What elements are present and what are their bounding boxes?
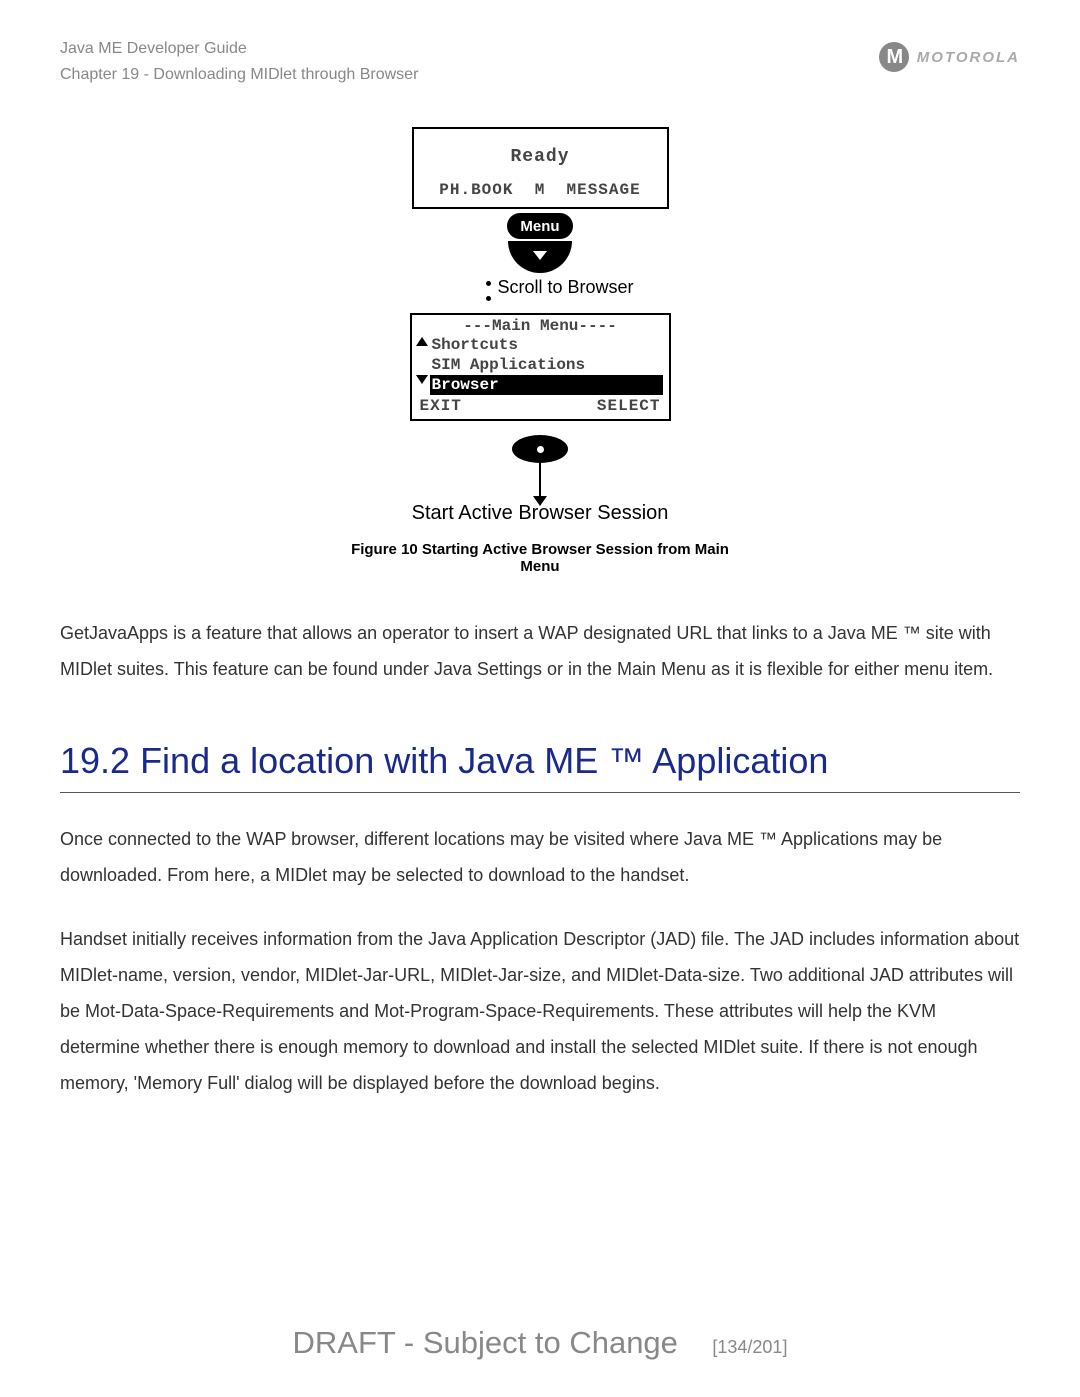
scroll-down-icon <box>416 375 428 384</box>
select-button-icon <box>512 435 568 463</box>
paragraph-wap-browser: Once connected to the WAP browser, diffe… <box>60 821 1020 893</box>
scroll-instruction: Scroll to Browser <box>486 277 633 301</box>
scroll-up-icon <box>416 337 428 346</box>
paragraph-jad-attributes: Handset initially receives information f… <box>60 921 1020 1101</box>
main-menu-title: ---Main Menu---- <box>418 317 663 335</box>
ready-label: Ready <box>418 147 663 167</box>
motorola-logo-icon: M <box>879 42 909 72</box>
scroll-label: Scroll to Browser <box>497 277 633 298</box>
softkey-phbook: PH.BOOK <box>439 181 513 199</box>
draft-watermark: DRAFT - Subject to Change <box>293 1325 678 1361</box>
menu-item-browser-selected: Browser <box>430 375 663 395</box>
figure-caption: Figure 10 Starting Active Browser Sessio… <box>330 541 750 575</box>
nav-down-icon <box>508 241 572 273</box>
menu-item-simapps: SIM Applications <box>432 355 663 375</box>
guide-title: Java ME Developer Guide <box>60 36 418 62</box>
section-heading-19-2: 19.2 Find a location with Java ME ™ Appl… <box>60 737 1020 793</box>
phone-screen-mainmenu: ---Main Menu---- Shortcuts SIM Applicati… <box>410 313 671 421</box>
menu-button: Menu <box>507 213 573 239</box>
phone-screen-ready: Ready PH.BOOK M MESSAGE <box>412 127 669 209</box>
softkey-message: MESSAGE <box>567 181 641 199</box>
header-text-block: Java ME Developer Guide Chapter 19 - Dow… <box>60 36 418 87</box>
menu-item-shortcuts: Shortcuts <box>432 335 663 355</box>
softkey-select: SELECT <box>597 397 661 415</box>
motorola-logo: M MOTOROLA <box>879 42 1020 72</box>
page-header: Java ME Developer Guide Chapter 19 - Dow… <box>60 36 1020 87</box>
softkey-m: M <box>535 181 546 199</box>
session-label: Start Active Browser Session <box>412 502 669 525</box>
dots-icon <box>486 277 491 301</box>
page-number: [134/201] <box>712 1337 787 1357</box>
softkey-row-1: PH.BOOK M MESSAGE <box>418 181 663 199</box>
page-footer: DRAFT - Subject to Change [134/201] <box>0 1325 1080 1361</box>
paragraph-getjavaapps: GetJavaApps is a feature that allows an … <box>60 615 1020 687</box>
motorola-logo-text: MOTOROLA <box>917 49 1020 66</box>
arrow-line <box>539 463 541 497</box>
chapter-line: Chapter 19 - Downloading MIDlet through … <box>60 62 418 88</box>
softkey-exit: EXIT <box>420 397 462 415</box>
figure-10: Ready PH.BOOK M MESSAGE Menu Scroll to B… <box>330 127 750 575</box>
menu-button-label: Menu <box>520 218 559 235</box>
